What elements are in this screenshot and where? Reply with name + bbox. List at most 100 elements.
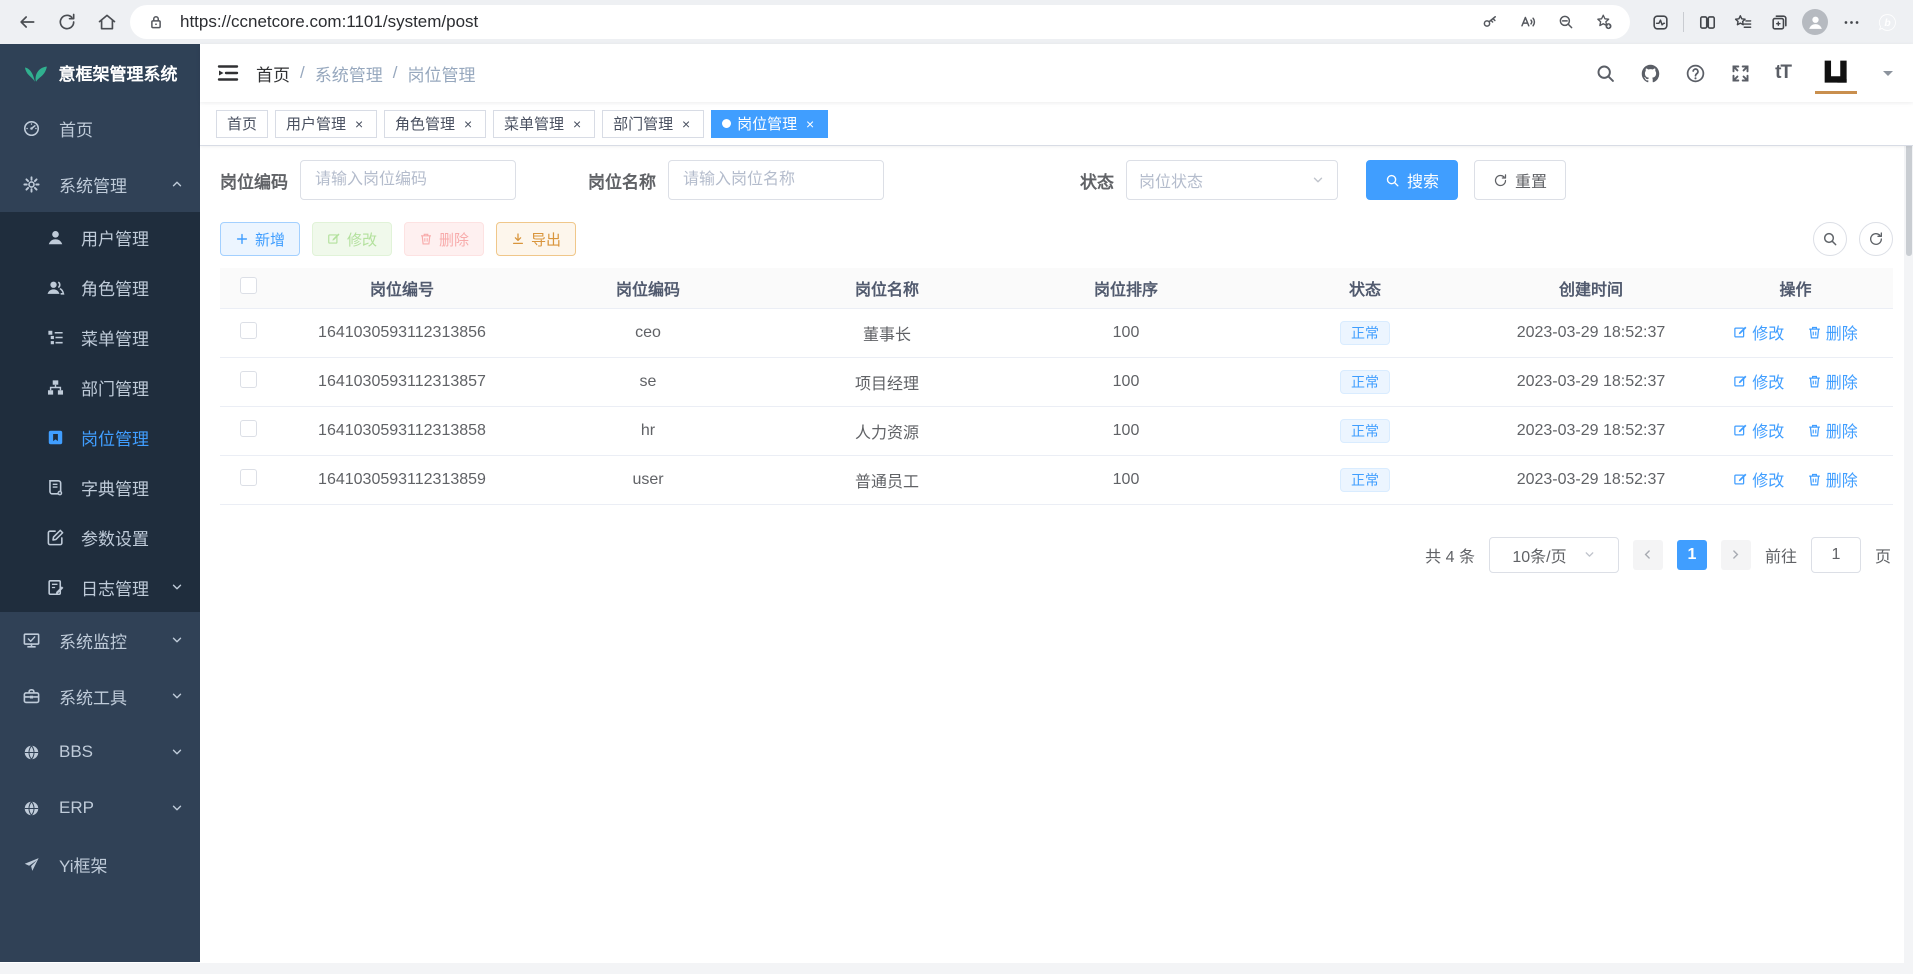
github-icon[interactable]: [1640, 63, 1661, 84]
status-badge: 正常: [1340, 370, 1390, 394]
breadcrumb-home[interactable]: 首页: [256, 61, 290, 86]
page-content: 岗位编码 岗位名称 状态 岗位状态 搜索: [200, 146, 1913, 962]
sidebar-item-parameters[interactable]: 参数设置: [0, 512, 200, 562]
browser-essentials-icon[interactable]: [1644, 6, 1676, 38]
help-question-icon[interactable]: [1685, 63, 1706, 84]
main-area: 首页 / 系统管理 / 岗位管理 tT 首页: [200, 44, 1913, 962]
trash-icon: [419, 232, 433, 246]
row-delete-link[interactable]: 删除: [1807, 369, 1858, 393]
tab-user-management[interactable]: 用户管理 ×: [275, 110, 377, 138]
sidebar-item-monitoring[interactable]: 系统监控: [0, 612, 200, 668]
favorites-icon[interactable]: [1727, 6, 1759, 38]
row-checkbox[interactable]: [240, 420, 257, 437]
cell-create-time: 2023-03-29 18:52:37: [1484, 308, 1698, 357]
zoom-out-icon[interactable]: [1552, 8, 1580, 36]
sidebar-item-menus[interactable]: 菜单管理: [0, 312, 200, 362]
search-button[interactable]: 搜索: [1366, 160, 1458, 200]
refresh-table-button[interactable]: [1859, 222, 1893, 256]
browser-profile-avatar[interactable]: [1799, 6, 1831, 38]
chevron-down-icon: [1311, 173, 1325, 187]
sidebar-item-bbs[interactable]: BBS: [0, 724, 200, 780]
cell-post-code: ceo: [528, 308, 768, 357]
prev-page-button[interactable]: [1633, 540, 1663, 570]
delete-button[interactable]: 删除: [404, 222, 484, 256]
row-delete-link[interactable]: 删除: [1807, 418, 1858, 442]
copilot-icon[interactable]: [1871, 6, 1903, 38]
user-icon: [46, 228, 65, 247]
sidebar-item-erp[interactable]: ERP: [0, 780, 200, 836]
close-icon[interactable]: ×: [461, 117, 475, 131]
page-size-select[interactable]: 10条/页: [1489, 537, 1619, 573]
browser-back-button[interactable]: [10, 5, 44, 39]
reset-button[interactable]: 重置: [1474, 160, 1566, 200]
sidebar-item-yi-framework[interactable]: Yi框架: [0, 836, 200, 892]
goto-page-input[interactable]: [1811, 537, 1861, 573]
cell-post-id: 1641030593112313858: [276, 406, 528, 455]
row-edit-link[interactable]: 修改: [1733, 467, 1784, 491]
sidebar-item-departments[interactable]: 部门管理: [0, 362, 200, 412]
browser-refresh-button[interactable]: [50, 5, 84, 39]
row-delete-link[interactable]: 删除: [1807, 467, 1858, 491]
sidebar-item-posts[interactable]: 岗位管理: [0, 412, 200, 462]
text-size-icon[interactable]: tT: [1775, 62, 1791, 84]
row-edit-link[interactable]: 修改: [1733, 418, 1784, 442]
sidebar-item-dictionary[interactable]: 字典管理: [0, 462, 200, 512]
close-icon[interactable]: ×: [570, 117, 584, 131]
vertical-scrollbar[interactable]: [1904, 44, 1913, 963]
post-badge-icon: [46, 428, 65, 447]
row-checkbox[interactable]: [240, 469, 257, 486]
row-checkbox[interactable]: [240, 322, 257, 339]
log-pen-icon: [46, 578, 65, 597]
sidebar-item-roles[interactable]: 角色管理: [0, 262, 200, 312]
select-all-checkbox[interactable]: [240, 277, 257, 294]
sidebar-item-users[interactable]: 用户管理: [0, 212, 200, 262]
post-name-input[interactable]: [668, 160, 884, 200]
export-button[interactable]: 导出: [496, 222, 576, 256]
page-number-button[interactable]: 1: [1677, 540, 1707, 570]
sidebar-item-system[interactable]: 系统管理: [0, 156, 200, 212]
edit-button[interactable]: 修改: [312, 222, 392, 256]
close-icon[interactable]: ×: [352, 117, 366, 131]
row-edit-link[interactable]: 修改: [1733, 320, 1784, 344]
avatar-caret-icon[interactable]: [1883, 71, 1893, 81]
close-icon[interactable]: ×: [679, 117, 693, 131]
sidebar-item-home[interactable]: 首页: [0, 100, 200, 156]
lock-icon[interactable]: [142, 8, 170, 36]
next-page-button[interactable]: [1721, 540, 1751, 570]
hamburger-icon[interactable]: [216, 61, 240, 85]
tab-menu-management[interactable]: 菜单管理 ×: [493, 110, 595, 138]
browser-home-button[interactable]: [90, 5, 124, 39]
fullscreen-icon[interactable]: [1730, 63, 1751, 84]
sidebar-item-tools[interactable]: 系统工具: [0, 668, 200, 724]
row-delete-link[interactable]: 删除: [1807, 320, 1858, 344]
collections-icon[interactable]: [1763, 6, 1795, 38]
toggle-search-button[interactable]: [1813, 222, 1847, 256]
split-screen-icon[interactable]: [1691, 6, 1723, 38]
browser-more-icon[interactable]: [1835, 6, 1867, 38]
sidebar-item-logs[interactable]: 日志管理: [0, 562, 200, 612]
tab-post-management[interactable]: 岗位管理 ×: [711, 110, 828, 138]
row-edit-link[interactable]: 修改: [1733, 369, 1784, 393]
tab-dept-management[interactable]: 部门管理 ×: [602, 110, 704, 138]
password-key-icon[interactable]: [1476, 8, 1504, 36]
user-avatar[interactable]: [1815, 52, 1857, 94]
gear-icon: [22, 175, 41, 194]
tab-role-management[interactable]: 角色管理 ×: [384, 110, 486, 138]
search-form: 岗位编码 岗位名称 状态 岗位状态 搜索: [220, 160, 1893, 200]
address-bar[interactable]: https://ccnetcore.com:1101/system/post: [130, 5, 1630, 39]
search-button-label: 搜索: [1407, 168, 1439, 192]
add-favorite-icon[interactable]: [1590, 8, 1618, 36]
header-search-icon[interactable]: [1595, 63, 1616, 84]
post-code-input[interactable]: [300, 160, 516, 200]
horizontal-scrollbar[interactable]: [0, 963, 1913, 974]
read-aloud-icon[interactable]: [1514, 8, 1542, 36]
table-tools: [1813, 222, 1893, 256]
url-text[interactable]: https://ccnetcore.com:1101/system/post: [180, 12, 1466, 32]
row-checkbox[interactable]: [240, 371, 257, 388]
status-select[interactable]: 岗位状态: [1126, 160, 1338, 200]
add-button[interactable]: 新增: [220, 222, 300, 256]
tab-home[interactable]: 首页: [216, 110, 268, 138]
sidebar-item-label: 系统管理: [59, 172, 152, 197]
close-icon[interactable]: ×: [803, 117, 817, 131]
tab-label: 首页: [227, 113, 257, 134]
